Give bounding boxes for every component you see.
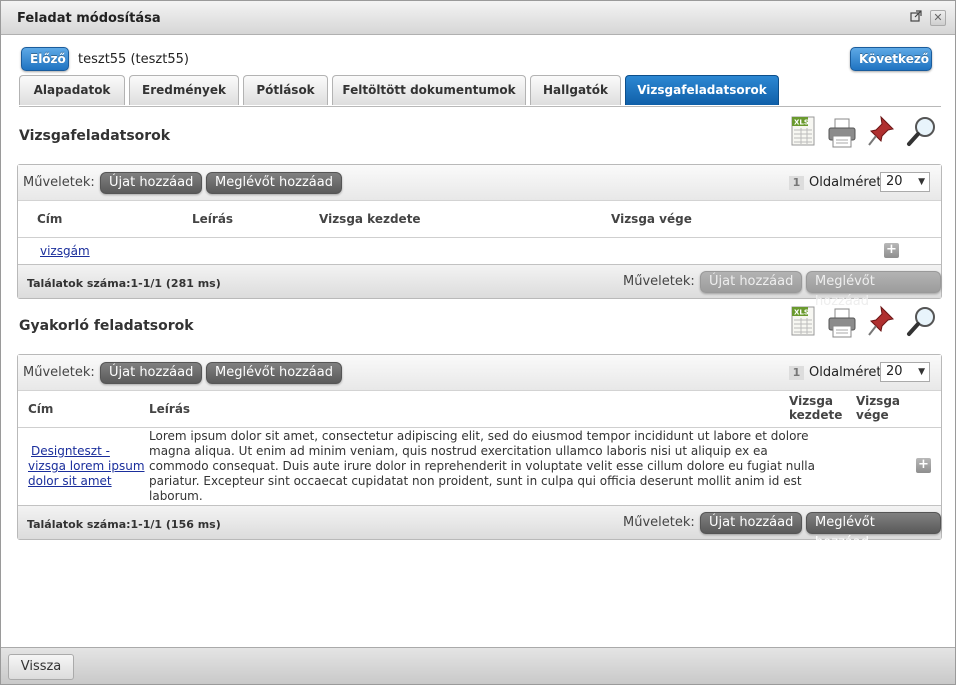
header-divider [18,237,941,238]
row-description-line: Lorem ipsum dolor sit amet, consectetur … [149,429,809,443]
result-count: Találatok száma:1-1/1 (281 ms) [27,277,221,290]
footer-ops-label: Műveletek: [623,274,695,289]
row-description-line: magna aliqua. Ut enim ad minim veniam, q… [149,444,768,458]
xls-icon-label: XLS [794,309,809,317]
col-header-end[interactable]: Vizsga vége [611,212,692,226]
row-title-link[interactable]: vizsgám [40,244,90,258]
row-title-link[interactable]: Designteszt - vizsga lorem ipsum dolor s… [28,444,145,489]
ops-label: Műveletek: [23,175,95,190]
row-description-line: laborum. [149,489,203,503]
page-number[interactable]: 1 [789,366,804,380]
row-title-line: dolor sit amet [28,474,112,488]
tab-divider [19,106,941,107]
chevron-down-icon: ▼ [918,367,925,377]
footer-add-existing-button[interactable]: Meglévőt hozzáad [806,512,941,550]
col-header-end-line2: vége [856,408,889,422]
back-button[interactable]: Vissza [8,654,74,680]
add-existing-button[interactable]: Meglévőt hozzáad [206,172,342,194]
next-button[interactable]: Következő [850,47,932,71]
pin-icon[interactable] [867,305,895,336]
col-header-end[interactable]: Vizsga vége [856,394,900,422]
row-title-line: vizsga lorem ipsum [28,459,145,473]
xls-export-icon[interactable]: XLS [789,115,817,146]
print-icon[interactable] [827,307,856,338]
section-title-gyakorlo: Gyakorló feladatsorok [19,318,194,334]
footer-add-new-button[interactable]: Újat hozzáad [700,271,803,293]
add-new-button[interactable]: Újat hozzáad [100,172,203,194]
tab-vizsgafeladatsorok[interactable]: Vizsgafeladatsorok [625,75,779,105]
tab-hallgatok[interactable]: Hallgatók [530,75,621,105]
grid-footer: Találatok száma:1-1/1 (156 ms) Műveletek… [18,505,941,550]
col-header-start-line1: Vizsga [789,394,834,408]
result-count: Találatok száma:1-1/1 (156 ms) [27,518,221,531]
popout-icon[interactable] [908,10,924,26]
tab-eredmenyek[interactable]: Eredmények [129,75,239,105]
add-new-button[interactable]: Újat hozzáad [100,362,203,384]
search-icon[interactable] [906,305,935,336]
bottom-bar: Vissza [1,647,955,684]
row-description-line: commodo consequat. Duis aute irure dolor… [149,459,815,473]
col-header-title[interactable]: Cím [37,212,62,226]
modal-window: Feladat módosítása ✕ Előző teszt55 (tesz… [0,0,956,685]
footer-add-existing-button[interactable]: Meglévőt hozzáad [806,271,941,309]
grid-toolbar: Műveletek: Újat hozzáad Meglévőt hozzáad… [18,165,941,201]
page-size-value: 20 [886,174,903,189]
page-size-select[interactable]: 20 ▼ [880,362,930,382]
search-icon[interactable] [906,115,935,146]
row-description-line: pariatur. Excepteur sint occaecat cupida… [149,474,802,488]
col-header-description[interactable]: Leírás [192,212,233,226]
page-size-label: Oldalméret [809,175,882,190]
grid-toolbar: Műveletek: Újat hozzáad Meglévőt hozzáad… [18,355,941,391]
grid-footer: Találatok száma:1-1/1 (281 ms) Műveletek… [18,264,941,309]
page-size-value: 20 [886,364,903,379]
window-title: Feladat módosítása [17,11,161,26]
col-header-start-line2: kezdete [789,408,843,422]
prev-button[interactable]: Előző [21,47,69,71]
page-size-select[interactable]: 20 ▼ [880,172,930,192]
vizsgafeladatsorok-grid: Műveletek: Újat hozzáad Meglévőt hozzáad… [17,164,942,309]
section-title-vizsgafeladatsorok: Vizsgafeladatsorok [19,128,171,144]
xls-icon-label: XLS [794,119,809,127]
header-divider [18,427,941,428]
footer-add-new-button[interactable]: Újat hozzáad [700,512,803,534]
col-header-end-line1: Vizsga [856,394,901,408]
chevron-down-icon: ▼ [918,177,925,187]
tab-feltoltott-dokumentumok[interactable]: Feltöltött dokumentumok [332,75,526,105]
close-icon[interactable]: ✕ [930,10,946,26]
pin-icon[interactable] [867,115,895,146]
ops-label: Műveletek: [23,365,95,380]
print-icon[interactable] [827,117,856,148]
window-titlebar: Feladat módosítása ✕ [1,1,955,35]
col-header-start[interactable]: Vizsga kezdete [319,212,421,226]
xls-export-icon[interactable]: XLS [789,305,817,336]
page-size-label: Oldalméret [809,365,882,380]
gyakorlo-grid: Műveletek: Újat hozzáad Meglévőt hozzáad… [17,354,942,550]
tab-alapadatok[interactable]: Alapadatok [19,75,125,105]
footer-ops-label: Műveletek: [623,515,695,530]
row-title-line: Designteszt - [31,444,110,458]
plus-icon[interactable]: + [884,243,899,258]
tab-potlasok[interactable]: Pótlások [243,75,328,105]
col-header-description[interactable]: Leírás [149,402,190,416]
page-number[interactable]: 1 [789,176,804,190]
plus-icon[interactable]: + [916,458,931,473]
record-name: teszt55 (teszt55) [78,52,189,67]
col-header-title[interactable]: Cím [28,402,53,416]
col-header-start[interactable]: Vizsga kezdete [789,394,842,422]
row-description: Lorem ipsum dolor sit amet, consectetur … [149,429,815,504]
add-existing-button[interactable]: Meglévőt hozzáad [206,362,342,384]
